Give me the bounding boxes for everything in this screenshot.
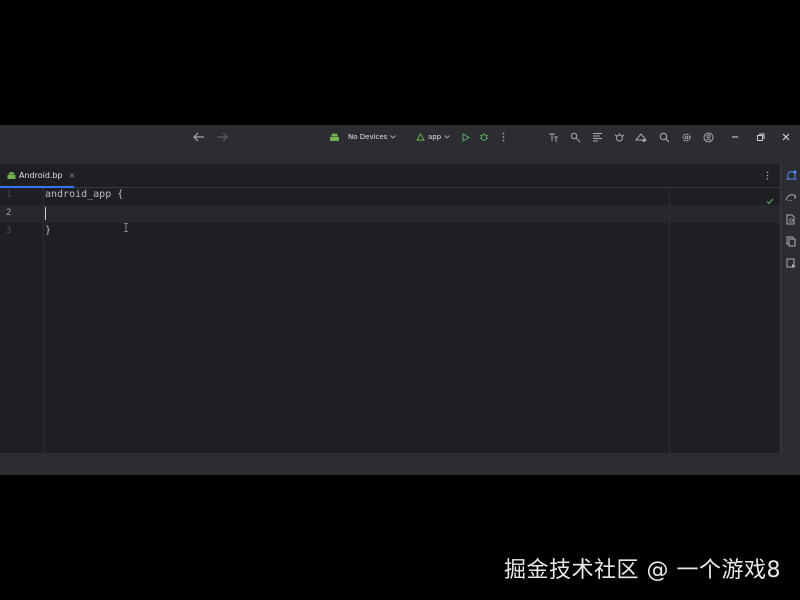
back-arrow-icon[interactable]: [192, 125, 206, 149]
code-line[interactable]: }: [45, 225, 51, 236]
running-devices-icon[interactable]: [784, 256, 798, 270]
code-line[interactable]: android_app {: [45, 189, 123, 200]
line-number: 3: [6, 226, 12, 236]
device-selector[interactable]: No Devices: [348, 125, 400, 149]
line-number-gutter: 1 2 3: [0, 188, 44, 453]
notifications-icon[interactable]: [784, 168, 798, 182]
close-window-button[interactable]: [780, 125, 792, 149]
line-number: 1: [6, 190, 12, 200]
debug-icon[interactable]: [478, 125, 490, 149]
file-search-icon[interactable]: [784, 212, 798, 226]
account-icon[interactable]: [701, 125, 715, 149]
more-options-icon[interactable]: [498, 125, 508, 149]
ide-window: No Devices app Android.bp × 1 2 3 androi…: [0, 125, 800, 475]
android-file-icon: [7, 171, 16, 180]
right-margin-guide: [669, 188, 670, 453]
current-line-highlight: [0, 205, 780, 223]
search-text-icon[interactable]: [568, 125, 582, 149]
chevron-down-icon: [444, 135, 451, 139]
restore-window-button[interactable]: [754, 125, 766, 149]
code-editor[interactable]: 1 2 3 android_app { }: [0, 188, 780, 453]
gear-icon[interactable]: [679, 125, 693, 149]
tab-android-bp[interactable]: Android.bp ×: [0, 164, 76, 188]
search-icon[interactable]: [657, 125, 671, 149]
toolbar-spacer: [0, 149, 800, 164]
chevron-down-icon: [390, 135, 397, 139]
close-tab-icon[interactable]: ×: [69, 171, 76, 180]
android-icon: [327, 125, 341, 149]
text-caret: [45, 207, 46, 220]
tab-options-icon[interactable]: [762, 164, 772, 187]
mouse-ibeam-cursor: [123, 217, 129, 236]
bottom-status-bar: [0, 453, 800, 475]
structure-icon[interactable]: [590, 125, 604, 149]
device-manager-icon[interactable]: [634, 125, 648, 149]
forward-arrow-icon[interactable]: [215, 125, 229, 149]
watermark-text: 掘金技术社区 @ 一个游戏8: [504, 558, 781, 583]
gradle-icon[interactable]: [784, 190, 798, 204]
bug-report-icon[interactable]: [612, 125, 626, 149]
right-tool-window-bar: [780, 164, 800, 453]
run-icon[interactable]: [460, 125, 472, 149]
line-number: 2: [6, 208, 12, 218]
inspection-ok-check-icon[interactable]: [766, 190, 774, 209]
device-selector-label: No Devices: [348, 133, 388, 141]
module-icon: [416, 133, 425, 141]
minimize-window-button[interactable]: [729, 125, 741, 149]
translate-icon[interactable]: [546, 125, 560, 149]
tab-label: Android.bp: [19, 171, 63, 180]
copy-file-icon[interactable]: [784, 234, 798, 248]
run-config-selector[interactable]: app: [416, 125, 454, 149]
main-toolbar: No Devices app: [0, 125, 800, 149]
run-config-label: app: [428, 133, 442, 141]
editor-tab-bar: Android.bp ×: [0, 164, 780, 188]
